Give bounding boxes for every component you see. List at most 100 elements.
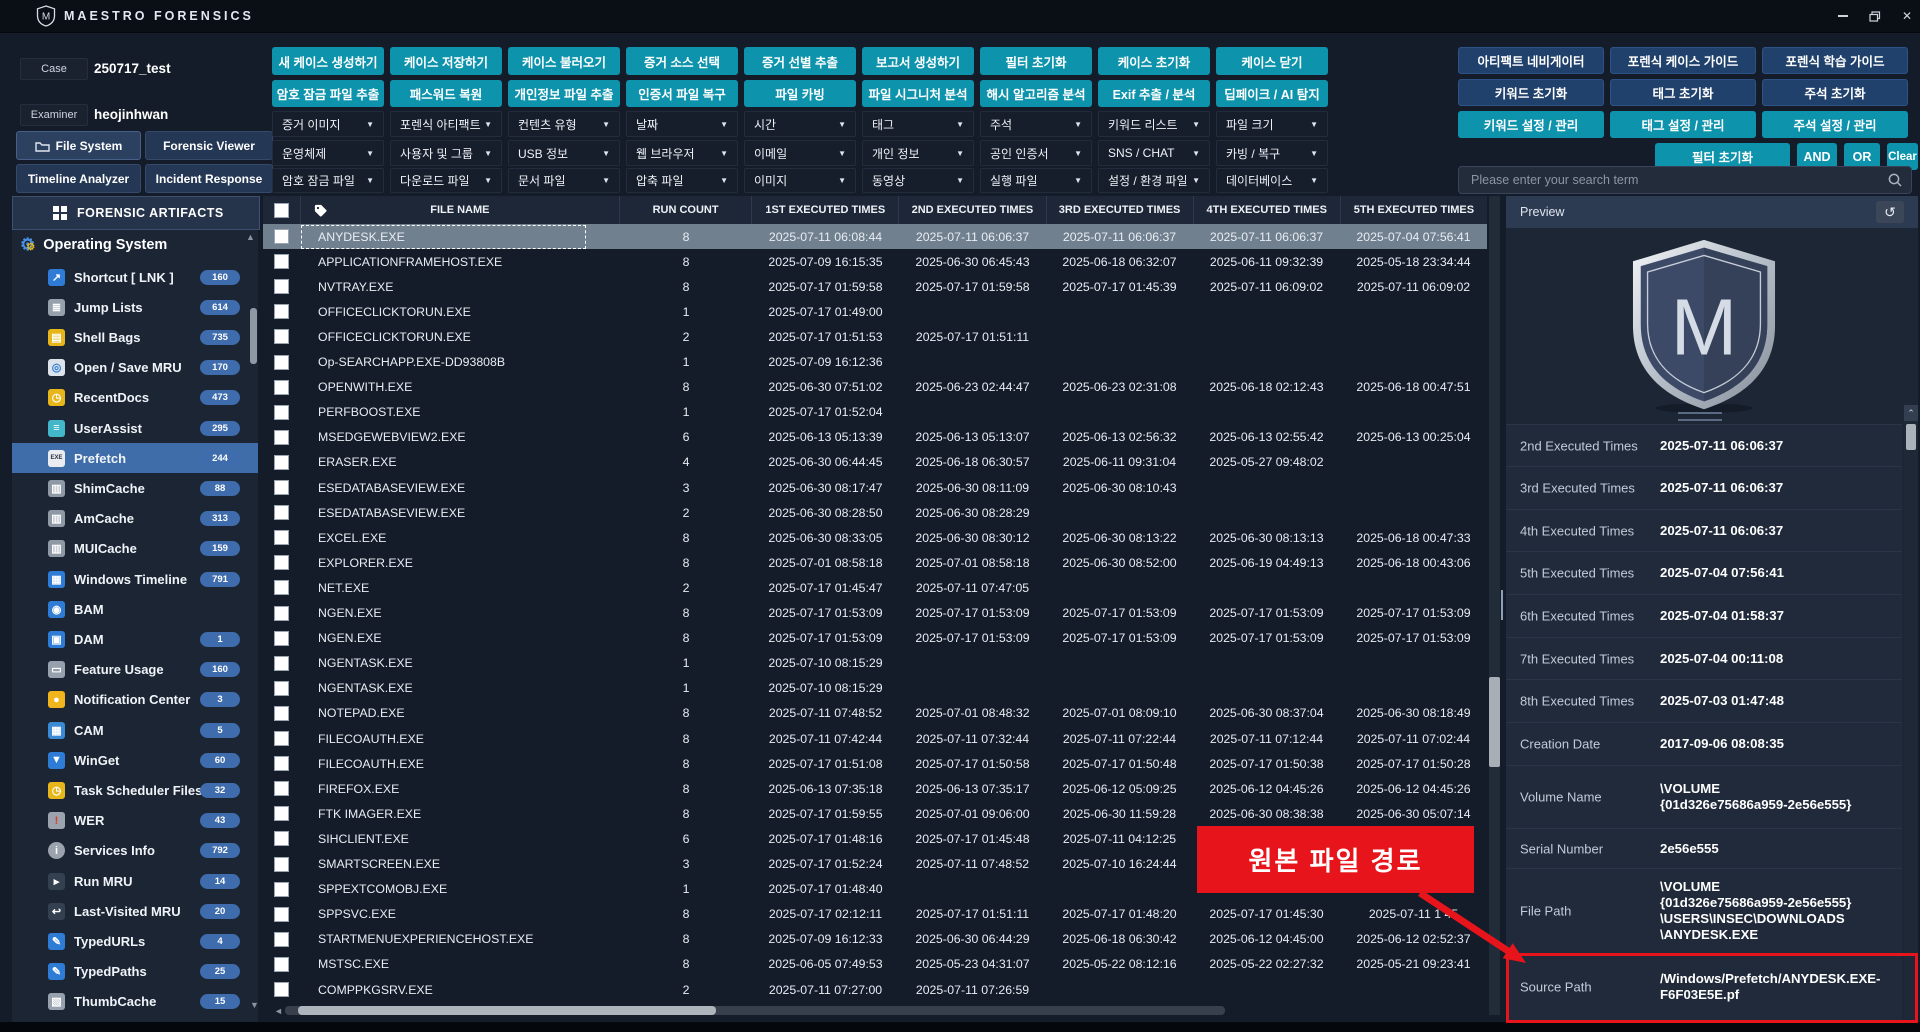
command-button[interactable]: 케이스 닫기	[1216, 47, 1328, 75]
sidebar-scroll-up-icon[interactable]: ▲	[246, 232, 255, 242]
table-horizontal-scrollbar-thumb[interactable]	[298, 1006, 716, 1015]
column-header-3[interactable]: 2ND EXECUTED TIMES	[898, 196, 1045, 224]
minimize-button[interactable]	[1830, 8, 1856, 24]
filter-dropdown[interactable]: 운영체제▼	[272, 140, 384, 166]
sidebar-item-run-mru[interactable]: ▸Run MRU14	[12, 866, 258, 896]
row-checkbox[interactable]	[274, 380, 289, 395]
row-checkbox[interactable]	[274, 430, 289, 445]
filter-dropdown[interactable]: 데이터베이스▼	[1216, 168, 1328, 193]
filter-dropdown[interactable]: 다운로드 파일▼	[390, 168, 502, 193]
filter-dropdown[interactable]: 개인 정보▼	[862, 140, 974, 166]
command-button[interactable]: 필터 초기화	[980, 47, 1092, 75]
filter-dropdown[interactable]: 암호 잠금 파일▼	[272, 168, 384, 193]
filter-dropdown[interactable]: 날짜▼	[626, 111, 738, 137]
tool-button[interactable]: 태그 설정 / 관리	[1610, 111, 1756, 138]
nav-file-system-button[interactable]: File System	[16, 131, 141, 160]
filter-dropdown[interactable]: SNS / CHAT▼	[1098, 140, 1210, 166]
filter-dropdown[interactable]: 이미지▼	[744, 168, 856, 193]
filter-dropdown[interactable]: 이메일▼	[744, 140, 856, 166]
table-row[interactable]: STARTMENUEXPERIENCEHOST.EXE82025-07-09 1…	[263, 927, 1487, 952]
tool-button[interactable]: 포렌식 학습 가이드	[1762, 47, 1908, 74]
sidebar-item-shortcut-lnk[interactable]: ↗Shortcut [ LNK ]160	[12, 262, 258, 292]
command-button[interactable]: 해시 알고리즘 분석	[980, 80, 1092, 107]
tool-button[interactable]: 키워드 초기화	[1458, 79, 1604, 106]
row-checkbox[interactable]	[274, 279, 289, 294]
tool-button[interactable]: 주석 설정 / 관리	[1762, 111, 1908, 138]
tool-button[interactable]: 주석 초기화	[1762, 79, 1908, 106]
command-button[interactable]: 케이스 초기화	[1098, 47, 1210, 75]
close-button[interactable]: ✕	[1894, 8, 1920, 24]
sidebar-item-winget[interactable]: ▼WinGet60	[12, 745, 258, 775]
row-checkbox[interactable]	[274, 555, 289, 570]
filter-dropdown[interactable]: 사용자 및 그룹▼	[390, 140, 502, 166]
table-row[interactable]: NGENTASK.EXE12025-07-10 08:15:29	[263, 676, 1487, 701]
command-button[interactable]: 파일 카빙	[744, 80, 856, 107]
filter-dropdown[interactable]: 주석▼	[980, 111, 1092, 137]
search-icon[interactable]	[1887, 172, 1903, 188]
nav-incident-response-button[interactable]: Incident Response	[145, 164, 273, 193]
filter-dropdown[interactable]: 컨텐츠 유형▼	[508, 111, 620, 137]
filter-dropdown[interactable]: 태그▼	[862, 111, 974, 137]
table-row[interactable]: APPLICATIONFRAMEHOST.EXE82025-07-09 16:1…	[263, 249, 1487, 274]
tool-button[interactable]: 포렌식 케이스 가이드	[1610, 47, 1756, 74]
row-checkbox[interactable]	[274, 806, 289, 821]
table-row[interactable]: NET.EXE22025-07-17 01:45:472025-07-11 07…	[263, 575, 1487, 600]
filter-dropdown[interactable]: 증거 이미지▼	[272, 111, 384, 137]
table-row[interactable]: EXPLORER.EXE82025-07-01 08:58:182025-07-…	[263, 550, 1487, 575]
search-input[interactable]	[1469, 168, 1873, 192]
row-checkbox[interactable]	[274, 505, 289, 520]
filter-dropdown[interactable]: 설정 / 환경 파일▼	[1098, 168, 1210, 193]
filter-dropdown[interactable]: 웹 브라우저▼	[626, 140, 738, 166]
sidebar-item-wer[interactable]: !WER43	[12, 806, 258, 836]
sidebar-item-bam[interactable]: ◉BAM	[12, 594, 258, 624]
row-checkbox[interactable]	[274, 304, 289, 319]
table-row[interactable]: ESEDATABASEVIEW.EXE32025-06-30 08:17:472…	[263, 475, 1487, 500]
filter-dropdown[interactable]: USB 정보▼	[508, 140, 620, 166]
sidebar-item-windows-timeline[interactable]: ▦Windows Timeline791	[12, 564, 258, 594]
command-button[interactable]: 파일 시그니처 분석	[862, 80, 974, 107]
filter-dropdown[interactable]: 문서 파일▼	[508, 168, 620, 193]
command-button[interactable]: 보고서 생성하기	[862, 47, 974, 75]
row-checkbox[interactable]	[274, 781, 289, 796]
table-row[interactable]: FILECOAUTH.EXE82025-07-17 01:51:082025-0…	[263, 751, 1487, 776]
command-button[interactable]: 증거 선별 추출	[744, 47, 856, 75]
row-checkbox[interactable]	[274, 580, 289, 595]
nav-timeline-analyzer-button[interactable]: Timeline Analyzer	[16, 164, 141, 193]
command-button[interactable]: 케이스 저장하기	[390, 47, 502, 75]
row-checkbox[interactable]	[274, 480, 289, 495]
table-row[interactable]: OFFICECLICKTORUN.EXE22025-07-17 01:51:53…	[263, 324, 1487, 349]
table-row[interactable]: NGEN.EXE82025-07-17 01:53:092025-07-17 0…	[263, 601, 1487, 626]
tool-button[interactable]: 키워드 설정 / 관리	[1458, 111, 1604, 138]
sidebar-item-task-scheduler-files[interactable]: ◷Task Scheduler Files32	[12, 775, 258, 805]
row-checkbox[interactable]	[274, 831, 289, 846]
preview-scroll-up-icon[interactable]: ⌃	[1904, 405, 1918, 421]
filter-dropdown[interactable]: 압축 파일▼	[626, 168, 738, 193]
filter-dropdown[interactable]: 카빙 / 복구▼	[1216, 140, 1328, 166]
row-checkbox[interactable]	[274, 706, 289, 721]
table-row[interactable]: NVTRAY.EXE82025-07-17 01:59:582025-07-17…	[263, 274, 1487, 299]
preview-divider-handle[interactable]	[1678, 412, 1722, 421]
sidebar-scroll-down-icon[interactable]: ▼	[250, 1000, 259, 1010]
row-checkbox[interactable]	[274, 530, 289, 545]
sidebar-item-userassist[interactable]: ≡UserAssist295	[12, 413, 258, 443]
table-row[interactable]: MSTSC.EXE82025-06-05 07:49:532025-05-23 …	[263, 952, 1487, 977]
sidebar-item-muicache[interactable]: ▥MUICache159	[12, 534, 258, 564]
table-row[interactable]: FILECOAUTH.EXE82025-07-11 07:42:442025-0…	[263, 726, 1487, 751]
sidebar-item-amcache[interactable]: ▥AmCache313	[12, 504, 258, 534]
column-header-4[interactable]: 3RD EXECUTED TIMES	[1046, 196, 1193, 224]
table-row[interactable]: EXCEL.EXE82025-06-30 08:33:052025-06-30 …	[263, 525, 1487, 550]
table-vertical-scrollbar-thumb[interactable]	[1489, 677, 1500, 767]
command-button[interactable]: 딥페이크 / AI 탐지	[1216, 80, 1328, 107]
row-checkbox[interactable]	[274, 857, 289, 872]
sidebar-item-prefetch[interactable]: EXEPrefetch244	[12, 443, 258, 473]
command-button[interactable]: 새 케이스 생성하기	[272, 47, 384, 75]
filter-dropdown[interactable]: 파일 크기▼	[1216, 111, 1328, 137]
command-button[interactable]: Exif 추출 / 분석	[1098, 80, 1210, 107]
table-row[interactable]: ANYDESK.EXE82025-07-11 06:08:442025-07-1…	[263, 224, 1487, 249]
table-row[interactable]: NGENTASK.EXE12025-07-10 08:15:29	[263, 651, 1487, 676]
preview-refresh-icon[interactable]: ↺	[1876, 201, 1904, 223]
table-vertical-scrollbar[interactable]	[1489, 196, 1500, 1015]
command-button[interactable]: 인증서 파일 복구	[626, 80, 738, 107]
sidebar-item-notification-center[interactable]: ●Notification Center3	[12, 685, 258, 715]
table-row[interactable]: COMPPKGSRV.EXE22025-07-11 07:27:002025-0…	[263, 977, 1487, 1002]
